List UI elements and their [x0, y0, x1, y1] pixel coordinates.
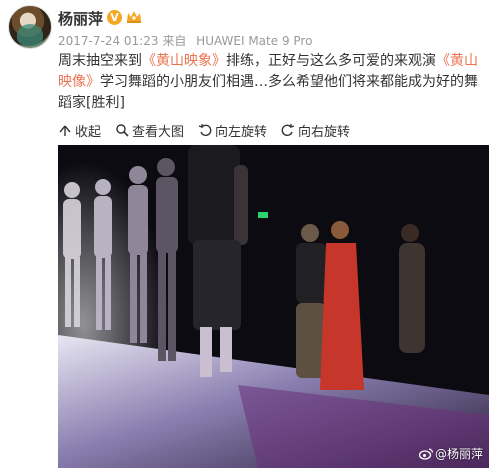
post-photo[interactable]: @杨丽萍 [58, 145, 489, 468]
crown-icon [127, 11, 141, 23]
username[interactable]: 杨丽萍 [58, 8, 103, 29]
collapse-icon [59, 125, 71, 136]
watermark-text: @杨丽萍 [434, 447, 483, 461]
device-name: HUAWEI Mate 9 Pro [196, 34, 313, 48]
rotate-left-icon [198, 124, 212, 137]
rotate-right-icon [281, 124, 295, 137]
topic-link[interactable]: 《黄山映象》 [142, 53, 226, 69]
post-meta: 2017-7-24 01:23 来自 HUAWEI Mate 9 Pro [58, 32, 312, 49]
rotate-left-button[interactable]: 向左旋转 [198, 121, 268, 140]
photo-watermark: @杨丽萍 [418, 445, 483, 462]
timestamp[interactable]: 2017-7-24 01:23 [58, 34, 159, 48]
avatar[interactable] [8, 5, 52, 49]
rotate-left-label: 向左旋转 [215, 124, 268, 140]
view-large-button[interactable]: 查看大图 [115, 121, 185, 140]
image-toolbar: 收起 查看大图 向左旋转 向右旋转 [58, 121, 351, 140]
magnifier-icon [116, 124, 129, 137]
verified-badge-icon: V [107, 10, 122, 25]
weibo-logo-icon [418, 447, 433, 460]
collapse-button[interactable]: 收起 [58, 121, 102, 140]
post-text: 周末抽空来到《黄山映象》排练，正好与这么多可爱的来观演《黄山映像》学习舞蹈的小朋… [58, 51, 490, 114]
view-large-label: 查看大图 [132, 124, 185, 140]
victory-emoji: [胜利] [86, 95, 125, 111]
source-prefix: 来自 [162, 34, 187, 48]
post-text-part: 排练，正好与这么多可爱的来观演 [226, 53, 436, 69]
rotate-right-button[interactable]: 向右旋转 [281, 121, 351, 140]
collapse-label: 收起 [75, 124, 102, 140]
rehearsal-photo-image [58, 145, 489, 468]
rotate-right-label: 向右旋转 [298, 124, 351, 140]
post-text-part: 周末抽空来到 [58, 53, 142, 69]
